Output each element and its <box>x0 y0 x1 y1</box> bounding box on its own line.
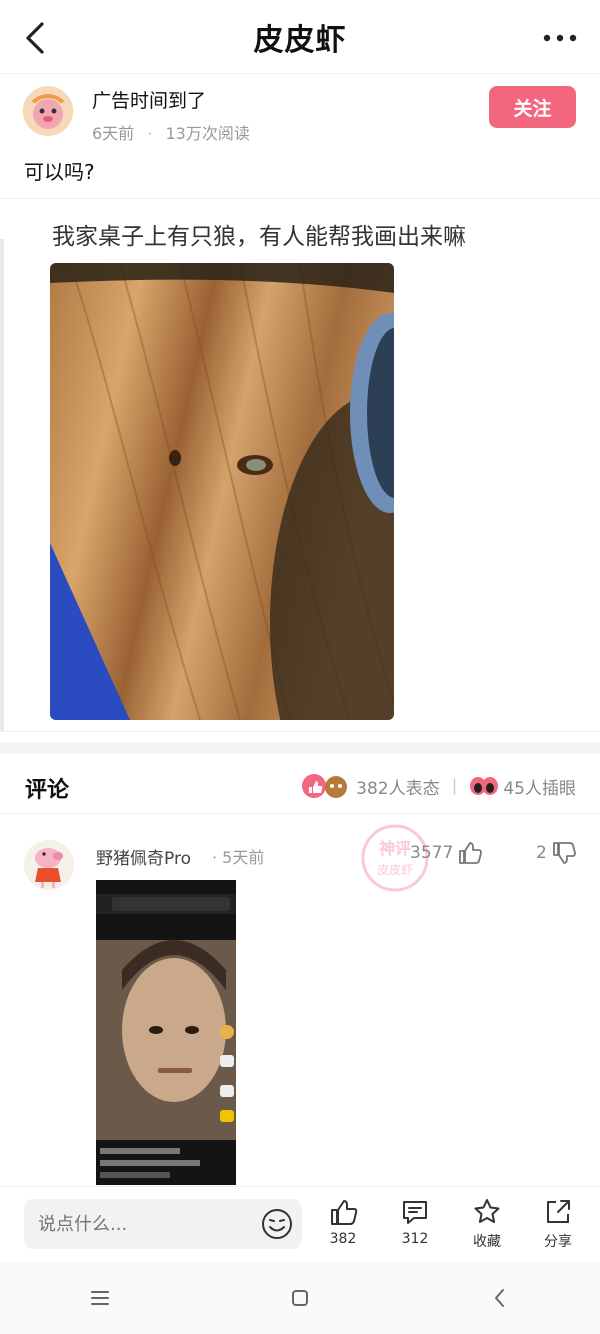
emoji-icon[interactable] <box>260 1207 294 1241</box>
watermark-bottom-text: 皮皮虾 <box>377 863 413 877</box>
favorite-label: 收藏 <box>473 1234 501 1250</box>
thumb-down-icon <box>552 842 576 864</box>
reaction-count: 382人表态 <box>356 778 440 799</box>
more-options-icon[interactable] <box>542 24 578 52</box>
like-count: 382 <box>329 1231 357 1247</box>
menu-icon[interactable] <box>88 1286 112 1310</box>
avatar-illustration-icon <box>23 86 73 136</box>
post-text: 可以吗? <box>24 160 95 184</box>
section-divider <box>0 742 600 754</box>
author-row: 广告时间到了 6天前 · 13万次阅读 关注 <box>0 78 600 148</box>
thumb-up-icon <box>459 842 483 864</box>
share-action[interactable]: 分享 <box>528 1197 588 1257</box>
system-back-icon[interactable] <box>488 1286 512 1310</box>
comment-like-count: 3577 <box>410 843 454 863</box>
eyes-count: 45人插眼 <box>503 778 576 799</box>
read-count: 13万次阅读 <box>165 124 250 143</box>
image-edge <box>0 239 4 731</box>
comment-image[interactable] <box>96 880 236 1185</box>
page-title: 皮皮虾 <box>253 22 347 58</box>
watermark-top-text: 神评 <box>379 839 411 858</box>
commenter-avatar[interactable] <box>24 840 74 890</box>
comments-header: 评论 382人表态 | 45人插眼 <box>0 754 600 814</box>
star-icon <box>474 1199 500 1223</box>
follow-button[interactable]: 关注 <box>489 86 576 128</box>
comments-title: 评论 <box>25 778 70 803</box>
eyes-icon <box>470 777 499 795</box>
bottom-action-bar: 382 312 收藏 分享 <box>0 1186 600 1262</box>
author-name[interactable]: 广告时间到了 <box>92 86 206 113</box>
comment-input-box[interactable] <box>24 1199 302 1249</box>
commenter-name[interactable]: 野猪佩奇Pro <box>96 844 191 869</box>
comment-item: 野猪佩奇Pro · 5天前 神评 皮皮虾 3577 2 <box>0 820 600 1190</box>
post-time: 6天前 <box>92 124 135 143</box>
like-action[interactable]: 382 <box>313 1197 373 1257</box>
share-label: 分享 <box>544 1234 572 1250</box>
image-caption: 我家桌子上有只狼，有人能帮我画出来嘛 <box>52 224 466 250</box>
back-arrow-icon[interactable] <box>20 20 52 56</box>
comment-bubble-icon <box>403 1201 427 1224</box>
comment-action[interactable]: 312 <box>385 1197 445 1257</box>
comment-count: 312 <box>401 1231 429 1247</box>
comment-time: · 5天前 <box>212 848 265 867</box>
comment-input[interactable] <box>38 1199 258 1249</box>
author-meta: 6天前 · 13万次阅读 <box>92 124 250 143</box>
thumb-up-icon <box>331 1200 358 1225</box>
post-image[interactable]: 我家桌子上有只狼，有人能帮我画出来嘛 <box>0 198 600 732</box>
author-avatar[interactable] <box>23 86 73 136</box>
home-icon[interactable] <box>288 1286 312 1310</box>
reaction-emoji-icon <box>302 774 348 798</box>
comment-dislike-count: 2 <box>536 843 547 863</box>
comment-like-button[interactable]: 3577 <box>410 840 483 866</box>
system-nav-bar <box>0 1262 600 1334</box>
reaction-summary[interactable]: 382人表态 | 45人插眼 <box>300 772 576 800</box>
wood-table-photo <box>50 263 394 720</box>
comment-dislike-button[interactable]: 2 <box>536 840 577 866</box>
favorite-action[interactable]: 收藏 <box>457 1197 517 1257</box>
top-bar: 皮皮虾 <box>0 0 600 74</box>
share-icon <box>547 1200 570 1223</box>
peppa-pig-avatar-icon <box>24 840 74 890</box>
